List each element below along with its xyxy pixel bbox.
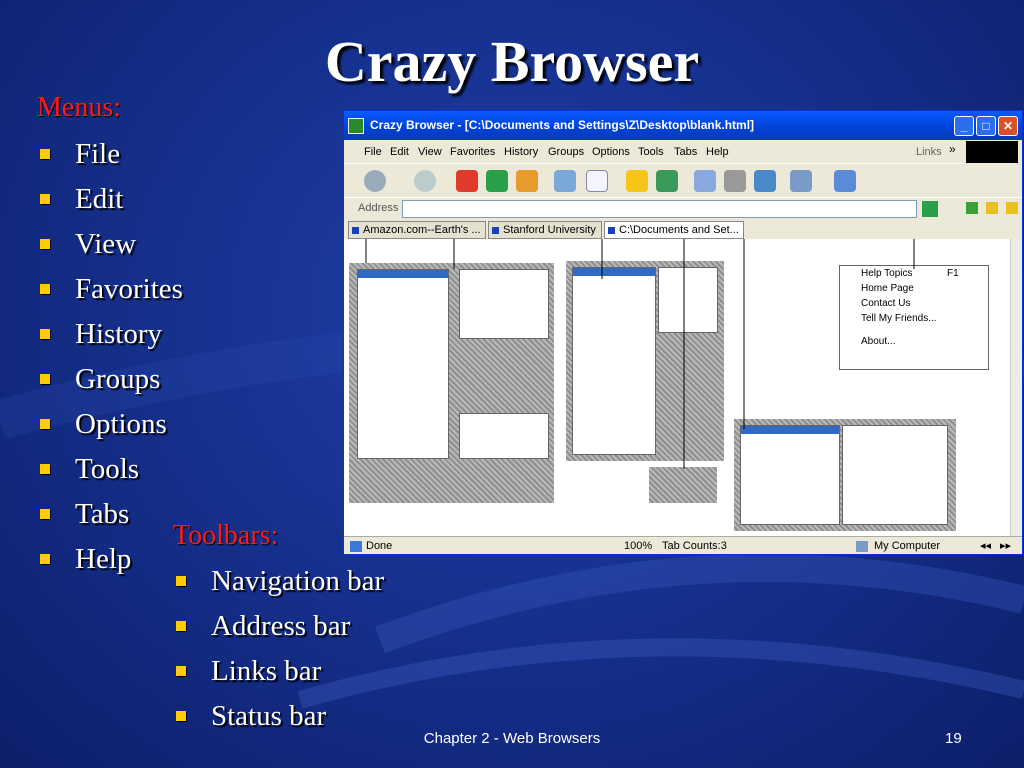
zoom-level[interactable]: 100% xyxy=(624,537,652,554)
tab-local-file[interactable]: C:\Documents and Set... xyxy=(604,221,744,239)
toolbar-bullet: Navigation bar xyxy=(173,563,384,608)
bullet-icon xyxy=(40,419,50,429)
crazy-browser-icon xyxy=(348,118,364,134)
close-button[interactable]: ✕ xyxy=(998,116,1018,136)
page-content: Help Topics F1 Home Page Contact Us Tell … xyxy=(344,239,1010,536)
edit-icon[interactable] xyxy=(754,170,776,192)
menu-bullet: Options xyxy=(37,406,183,451)
tile-icon[interactable] xyxy=(966,202,978,214)
window-titlebar: Crazy Browser - [C:\Documents and Settin… xyxy=(344,111,1022,140)
page-number: 19 xyxy=(945,730,962,747)
menu-bullet: Groups xyxy=(37,361,183,406)
bullet-icon xyxy=(40,284,50,294)
callout-lines xyxy=(365,239,915,469)
bullet-icon xyxy=(176,666,186,676)
tab-view-icon[interactable] xyxy=(834,170,856,192)
menus-list: File Edit View Favorites History Groups … xyxy=(37,136,183,586)
chevron-right-icon[interactable]: » xyxy=(949,142,956,156)
toolbars-heading: Toolbars: xyxy=(173,520,279,551)
next-tab-icon[interactable]: ▸▸ xyxy=(1000,537,1011,554)
go-icon[interactable] xyxy=(922,201,938,217)
menu-options[interactable]: Options xyxy=(592,146,630,158)
group-icon[interactable] xyxy=(790,170,812,192)
minimize-button[interactable]: _ xyxy=(954,116,974,136)
menu-bullet: Edit xyxy=(37,181,183,226)
address-bar: Address xyxy=(344,197,1022,219)
search-icon[interactable] xyxy=(554,170,576,192)
menus-heading: Menus: xyxy=(37,92,121,123)
browser-screenshot: Crazy Browser - [C:\Documents and Settin… xyxy=(343,110,1023,555)
page-icon xyxy=(352,227,359,234)
menu-help[interactable]: Help xyxy=(706,146,729,158)
menu-bullet: View xyxy=(37,226,183,271)
page-icon xyxy=(350,541,362,552)
mail-icon[interactable] xyxy=(694,170,716,192)
favorites-icon[interactable] xyxy=(626,170,648,192)
address-input[interactable] xyxy=(402,200,917,218)
vertical-scrollbar[interactable] xyxy=(1010,239,1022,536)
tabs-bar: Amazon.com--Earth's ... Stanford Univers… xyxy=(344,219,1022,239)
menu-bullet: Tabs xyxy=(37,496,183,541)
menu-history[interactable]: History xyxy=(504,146,538,158)
home-icon[interactable] xyxy=(516,170,538,192)
bullet-icon xyxy=(40,239,50,249)
menu-bullet: Help xyxy=(37,541,183,586)
bullet-icon xyxy=(176,711,186,721)
computer-icon xyxy=(856,541,868,552)
maximize-button[interactable]: □ xyxy=(976,116,996,136)
slide-title: Crazy Browser xyxy=(324,29,700,94)
bullet-icon xyxy=(40,149,50,159)
menu-favorites[interactable]: Favorites xyxy=(450,146,495,158)
menu-groups[interactable]: Groups xyxy=(548,146,584,158)
refresh-icon[interactable] xyxy=(486,170,508,192)
previous-tab-icon[interactable]: ◂◂ xyxy=(980,537,991,554)
address-label: Address xyxy=(358,202,399,214)
tab-count: Tab Counts:3 xyxy=(662,540,727,552)
bullet-icon xyxy=(176,621,186,631)
bullet-icon xyxy=(40,464,50,474)
stop-icon[interactable] xyxy=(456,170,478,192)
tab-stanford[interactable]: Stanford University xyxy=(488,221,602,239)
close-all-icon[interactable] xyxy=(1006,202,1018,214)
navigation-bar xyxy=(344,163,964,197)
toolbar-bullet: Links bar xyxy=(173,653,384,698)
menu-bullet: File xyxy=(37,136,183,181)
tab-amazon[interactable]: Amazon.com--Earth's ... xyxy=(348,221,486,239)
links-label[interactable]: Links xyxy=(916,146,942,158)
window-title: Crazy Browser - [C:\Documents and Settin… xyxy=(370,118,755,132)
menu-edit[interactable]: Edit xyxy=(390,146,409,158)
page-icon xyxy=(608,227,615,234)
bullet-icon xyxy=(40,509,50,519)
bullet-icon xyxy=(40,374,50,384)
status-text: Done xyxy=(366,540,393,552)
footer-chapter: Chapter 2 - Web Browsers xyxy=(423,730,601,747)
page-icon xyxy=(492,227,499,234)
menu-bar: File Edit View Favorites History Groups … xyxy=(344,141,1022,163)
cascade-icon[interactable] xyxy=(986,202,998,214)
windows-logo-icon xyxy=(966,141,1018,163)
bullet-icon xyxy=(40,554,50,564)
menu-file[interactable]: File xyxy=(364,146,382,158)
bullet-icon xyxy=(40,194,50,204)
history-icon[interactable] xyxy=(656,170,678,192)
bullet-icon xyxy=(176,576,186,586)
toolbars-list: Navigation bar Address bar Links bar Sta… xyxy=(173,563,384,743)
menu-tools[interactable]: Tools xyxy=(638,146,664,158)
status-bar: Done 100% Tab Counts:3 My Computer ◂◂ ▸▸ xyxy=(344,536,1022,554)
toolbar-bullet: Address bar xyxy=(173,608,384,653)
new-page-icon[interactable] xyxy=(586,170,608,192)
menu-view[interactable]: View xyxy=(418,146,442,158)
menu-bullet: Favorites xyxy=(37,271,183,316)
security-zone: My Computer xyxy=(874,540,941,552)
back-icon[interactable] xyxy=(364,170,386,192)
menu-bullet: History xyxy=(37,316,183,361)
bullet-icon xyxy=(40,329,50,339)
print-icon[interactable] xyxy=(724,170,746,192)
forward-icon[interactable] xyxy=(414,170,436,192)
menu-bullet: Tools xyxy=(37,451,183,496)
menu-tabs[interactable]: Tabs xyxy=(674,146,697,158)
